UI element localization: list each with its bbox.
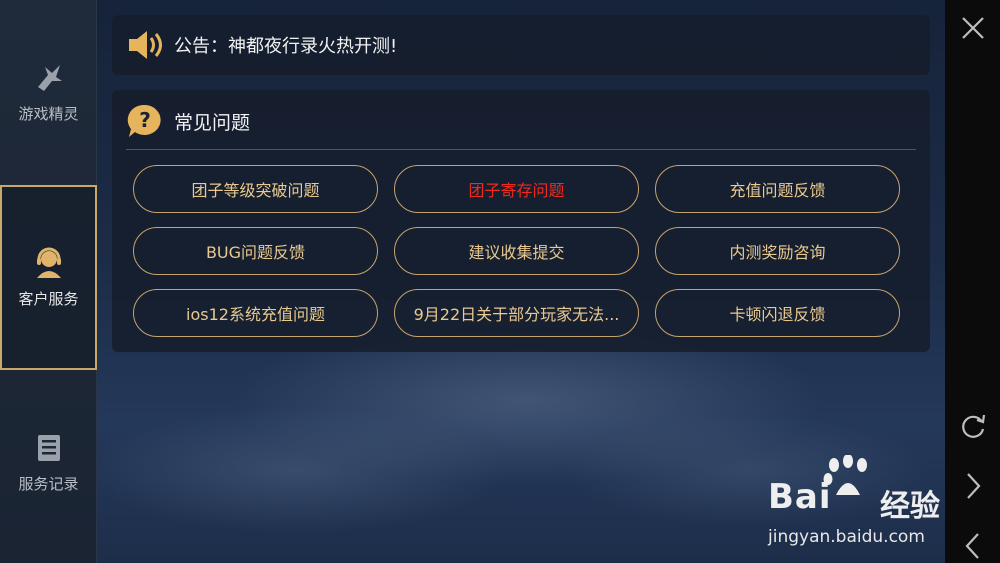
baidu-watermark: Bai 经验 jingyan.baidu.com bbox=[768, 455, 948, 547]
forward-icon[interactable] bbox=[957, 470, 989, 502]
sprite-icon bbox=[37, 65, 62, 91]
watermark-logo-cn: 经验 bbox=[880, 489, 940, 524]
faq-question-button[interactable]: 团子等级突破问题 bbox=[133, 165, 378, 213]
watermark-logo: Bai bbox=[768, 477, 832, 517]
sidebar: 游戏精灵 客户服务 服务记录 bbox=[0, 0, 97, 563]
back-icon[interactable] bbox=[957, 530, 989, 562]
faq-question-button[interactable]: BUG问题反馈 bbox=[133, 227, 378, 275]
close-icon[interactable] bbox=[957, 12, 989, 44]
divider bbox=[126, 149, 916, 150]
sidebar-item-service-records[interactable]: 服务记录 bbox=[0, 370, 97, 555]
question-icon: ? bbox=[127, 104, 161, 137]
faq-header: ? 常见问题 bbox=[126, 103, 250, 139]
faq-question-button[interactable]: 团子寄存问题 bbox=[394, 165, 639, 213]
announcement-text: 公告：神都夜行录火热开测! bbox=[174, 36, 398, 57]
faq-question-button[interactable]: 充值问题反馈 bbox=[655, 165, 900, 213]
sidebar-item-label: 游戏精灵 bbox=[18, 105, 79, 123]
faq-title: 常见问题 bbox=[174, 111, 251, 134]
sidebar-item-customer-service[interactable]: 客户服务 bbox=[0, 185, 97, 370]
right-control-bar bbox=[945, 0, 1000, 563]
records-icon bbox=[37, 435, 60, 461]
faq-question-button[interactable]: ios12系统充值问题 bbox=[133, 289, 378, 337]
announcement-bar: 公告：神都夜行录火热开测! bbox=[112, 15, 930, 75]
sidebar-item-label: 客户服务 bbox=[18, 290, 79, 308]
speaker-icon bbox=[129, 31, 162, 59]
faq-question-button[interactable]: 9月22日关于部分玩家无法... bbox=[394, 289, 639, 337]
faq-question-button[interactable]: 内测奖励咨询 bbox=[655, 227, 900, 275]
refresh-icon[interactable] bbox=[957, 410, 989, 442]
customer-service-icon bbox=[36, 247, 61, 278]
svg-text:?: ? bbox=[139, 108, 151, 132]
faq-panel: ? 常见问题 团子等级突破问题 团子寄存问题 充值问题反馈 BUG问题反馈 建议… bbox=[112, 90, 930, 352]
watermark-url: jingyan.baidu.com bbox=[768, 527, 925, 547]
sidebar-item-label: 服务记录 bbox=[18, 475, 79, 493]
faq-question-button[interactable]: 卡顿闪退反馈 bbox=[655, 289, 900, 337]
sidebar-item-game-sprite[interactable]: 游戏精灵 bbox=[0, 0, 97, 185]
faq-question-button[interactable]: 建议收集提交 bbox=[394, 227, 639, 275]
